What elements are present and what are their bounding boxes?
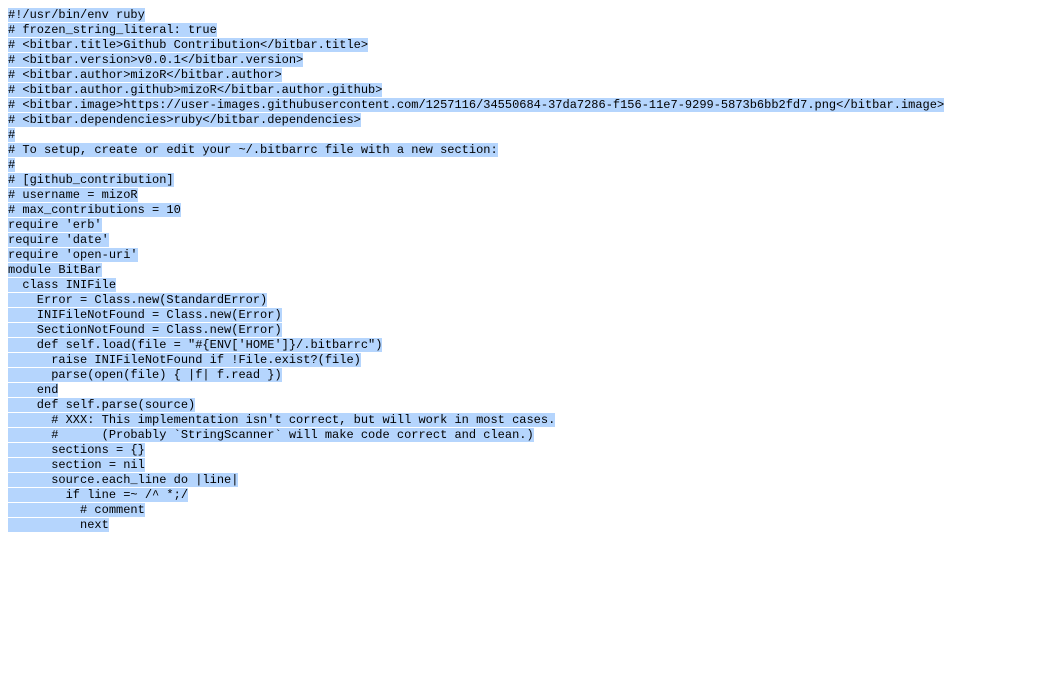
selected-text: # To setup, create or edit your ~/.bitba… xyxy=(8,143,498,157)
selected-text: if line =~ /^ *;/ xyxy=(8,488,188,502)
selected-text: #!/usr/bin/env ruby xyxy=(8,8,145,22)
code-line: # <bitbar.dependencies>ruby</bitbar.depe… xyxy=(8,113,1030,128)
selected-text: # <bitbar.version>v0.0.1</bitbar.version… xyxy=(8,53,303,67)
code-line: # <bitbar.author.github>mizoR</bitbar.au… xyxy=(8,83,1030,98)
code-line: class INIFile xyxy=(8,278,1030,293)
selected-text: SectionNotFound = Class.new(Error) xyxy=(8,323,282,337)
selected-text: module BitBar xyxy=(8,263,102,277)
code-line: raise INIFileNotFound if !File.exist?(fi… xyxy=(8,353,1030,368)
code-line: Error = Class.new(StandardError) xyxy=(8,293,1030,308)
selected-text: # username = mizoR xyxy=(8,188,138,202)
selected-text: # xyxy=(8,128,15,142)
code-line: section = nil xyxy=(8,458,1030,473)
code-line: require 'open-uri' xyxy=(8,248,1030,263)
code-line: require 'date' xyxy=(8,233,1030,248)
selected-text: end xyxy=(8,383,58,397)
code-line: require 'erb' xyxy=(8,218,1030,233)
code-line: module BitBar xyxy=(8,263,1030,278)
selected-text: # (Probably `StringScanner` will make co… xyxy=(8,428,534,442)
code-line: parse(open(file) { |f| f.read }) xyxy=(8,368,1030,383)
selected-text: section = nil xyxy=(8,458,145,472)
code-line: # xyxy=(8,158,1030,173)
selected-text: # xyxy=(8,158,15,172)
selected-text: # <bitbar.author.github>mizoR</bitbar.au… xyxy=(8,83,382,97)
selected-text: # <bitbar.dependencies>ruby</bitbar.depe… xyxy=(8,113,361,127)
selected-text: def self.parse(source) xyxy=(8,398,195,412)
selected-text: Error = Class.new(StandardError) xyxy=(8,293,267,307)
code-line: # [github_contribution] xyxy=(8,173,1030,188)
code-line: # <bitbar.author>mizoR</bitbar.author> xyxy=(8,68,1030,83)
code-line: next xyxy=(8,518,1030,533)
code-line: # comment xyxy=(8,503,1030,518)
selected-text: # max_contributions = 10 xyxy=(8,203,181,217)
selected-text: # <bitbar.author>mizoR</bitbar.author> xyxy=(8,68,282,82)
code-line: sections = {} xyxy=(8,443,1030,458)
selected-text: class INIFile xyxy=(8,278,116,292)
code-line: # XXX: This implementation isn't correct… xyxy=(8,413,1030,428)
code-line: # To setup, create or edit your ~/.bitba… xyxy=(8,143,1030,158)
selected-text: raise INIFileNotFound if !File.exist?(fi… xyxy=(8,353,361,367)
code-line: def self.load(file = "#{ENV['HOME']}/.bi… xyxy=(8,338,1030,353)
selected-text: source.each_line do |line| xyxy=(8,473,238,487)
code-line: # xyxy=(8,128,1030,143)
selected-text: require 'open-uri' xyxy=(8,248,138,262)
code-line: # username = mizoR xyxy=(8,188,1030,203)
selected-text: # [github_contribution] xyxy=(8,173,174,187)
code-line: end xyxy=(8,383,1030,398)
selected-text: next xyxy=(8,518,109,532)
code-line: # <bitbar.title>Github Contribution</bit… xyxy=(8,38,1030,53)
code-line: # frozen_string_literal: true xyxy=(8,23,1030,38)
code-line: # (Probably `StringScanner` will make co… xyxy=(8,428,1030,443)
selected-text: require 'date' xyxy=(8,233,109,247)
selected-text: # frozen_string_literal: true xyxy=(8,23,217,37)
selected-text: # <bitbar.title>Github Contribution</bit… xyxy=(8,38,368,52)
selected-text: # XXX: This implementation isn't correct… xyxy=(8,413,555,427)
code-line: def self.parse(source) xyxy=(8,398,1030,413)
code-line: # <bitbar.image>https://user-images.gith… xyxy=(8,98,1030,113)
code-line: INIFileNotFound = Class.new(Error) xyxy=(8,308,1030,323)
code-line: if line =~ /^ *;/ xyxy=(8,488,1030,503)
selected-text: INIFileNotFound = Class.new(Error) xyxy=(8,308,282,322)
code-line: source.each_line do |line| xyxy=(8,473,1030,488)
code-line: # <bitbar.version>v0.0.1</bitbar.version… xyxy=(8,53,1030,68)
selected-text: # comment xyxy=(8,503,145,517)
selected-text: parse(open(file) { |f| f.read }) xyxy=(8,368,282,382)
selected-text: sections = {} xyxy=(8,443,145,457)
selected-text: def self.load(file = "#{ENV['HOME']}/.bi… xyxy=(8,338,382,352)
selected-text: require 'erb' xyxy=(8,218,102,232)
code-line: # max_contributions = 10 xyxy=(8,203,1030,218)
code-line: SectionNotFound = Class.new(Error) xyxy=(8,323,1030,338)
selected-text: # <bitbar.image>https://user-images.gith… xyxy=(8,98,944,112)
code-line: #!/usr/bin/env ruby xyxy=(8,8,1030,23)
code-block: #!/usr/bin/env ruby# frozen_string_liter… xyxy=(8,8,1030,533)
